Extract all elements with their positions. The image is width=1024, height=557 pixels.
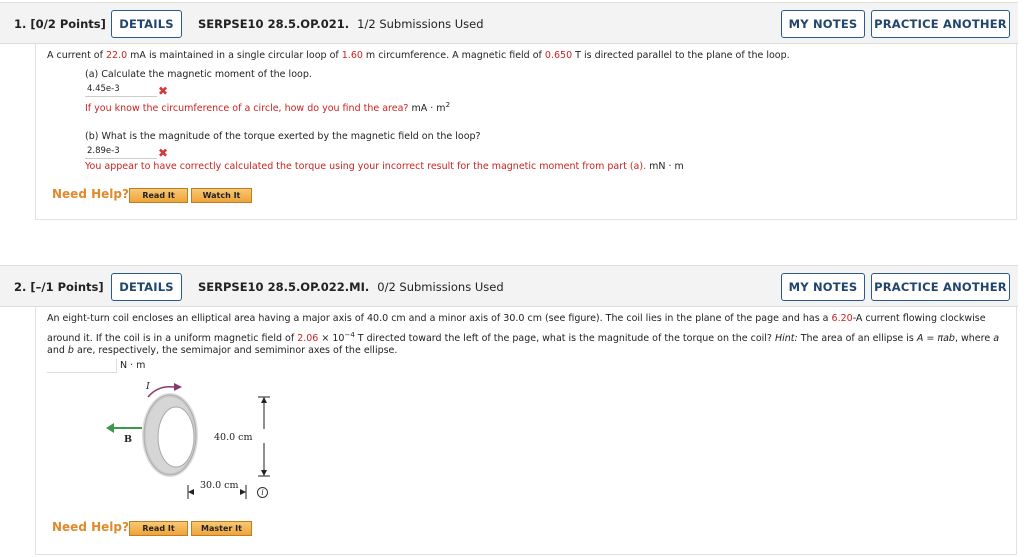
minor-axis-label: 30.0 cm [199, 480, 240, 491]
need-help-label: Need Help? [52, 520, 129, 534]
b-field-label: B [124, 434, 133, 445]
current-label: I [146, 381, 150, 392]
field-value: 2.06 [297, 333, 319, 345]
watch-it-button[interactable]: Watch It [191, 188, 252, 203]
question-2-line-1: An eight-turn coil encloses an elliptica… [47, 313, 986, 324]
question-1-header: 1. [0/2 Points] DETAILS SERPSE10 28.5.OP… [0, 2, 1018, 44]
submissions-used: 1/2 Submissions Used [357, 17, 484, 31]
field-value: 0.650 [544, 50, 573, 61]
feedback-b: You appear to have correctly calculated … [85, 161, 684, 172]
question-1-stem: A current of 22.0 mA is maintained in a … [47, 50, 790, 61]
answer-a-field[interactable]: 4.45e-3 [85, 83, 157, 97]
question-2-number: 2. [–/1 Points] [14, 280, 104, 294]
question-2-code: SERPSE10 28.5.OP.022.MI. 0/2 Submissions … [198, 280, 504, 294]
circumference-value: 1.60 [341, 50, 363, 61]
details-button[interactable]: DETAILS [111, 273, 182, 301]
torque-answer-field[interactable] [47, 359, 117, 373]
read-it-button[interactable]: Read It [129, 188, 188, 203]
unit-a: mA · m [411, 103, 446, 115]
question-1-code: SERPSE10 28.5.OP.021. 1/2 Submissions Use… [198, 17, 484, 31]
practice-another-button[interactable]: PRACTICE ANOTHER [871, 273, 1010, 301]
need-help-label: Need Help? [52, 187, 129, 201]
major-axis-label: 40.0 cm [214, 432, 253, 443]
unit-label: N · m [120, 360, 146, 371]
answer-b-field[interactable]: 2.89e-3 [85, 145, 157, 159]
read-it-button[interactable]: Read It [129, 521, 188, 536]
incorrect-icon: ✖ [158, 146, 169, 160]
unit-b: mN · m [649, 161, 684, 172]
code-text: SERPSE10 28.5.OP.021. [198, 17, 350, 31]
question-2-line-2: around it. If the coil is in a uniform m… [47, 331, 1000, 345]
question-1-number: 1. [0/2 Points] [14, 17, 106, 31]
current-value: 6.20 [831, 313, 853, 324]
question-2-line-3: and b are, respectively, the semimajor a… [47, 345, 398, 356]
my-notes-button[interactable]: MY NOTES [781, 273, 865, 301]
master-it-button[interactable]: Master It [191, 521, 252, 536]
my-notes-button[interactable]: MY NOTES [781, 10, 865, 38]
feedback-a: If you know the circumference of a circl… [85, 101, 451, 115]
part-b-prompt: (b) What is the magnitude of the torque … [85, 131, 481, 142]
submissions-used: 0/2 Submissions Used [377, 280, 504, 294]
question-2-body: An eight-turn coil encloses an elliptica… [35, 307, 1017, 555]
question-1-body: A current of 22.0 mA is maintained in a … [35, 44, 1017, 220]
info-icon[interactable]: i [257, 487, 268, 498]
current-value: 22.0 [106, 50, 128, 61]
details-button[interactable]: DETAILS [111, 10, 182, 38]
incorrect-icon: ✖ [158, 84, 169, 98]
practice-another-button[interactable]: PRACTICE ANOTHER [871, 10, 1010, 38]
part-a-prompt: (a) Calculate the magnetic moment of the… [85, 69, 312, 80]
question-2-header: 2. [–/1 Points] DETAILS SERPSE10 28.5.OP… [0, 265, 1018, 307]
code-text: SERPSE10 28.5.OP.022.MI. [198, 280, 370, 294]
